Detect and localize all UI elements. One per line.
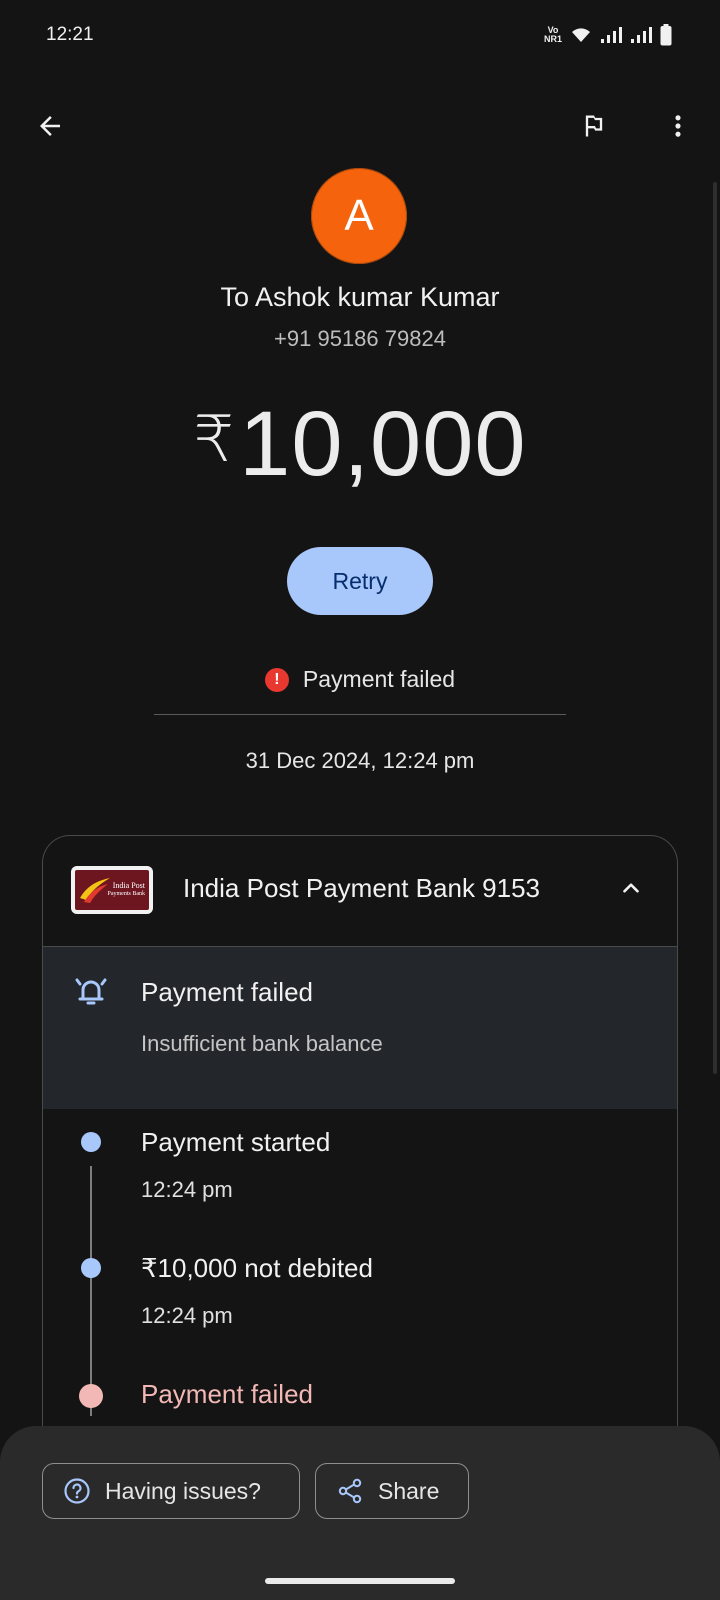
india-post-logo-icon [80, 878, 110, 903]
back-button[interactable] [26, 102, 74, 150]
volte-bottom-label: NR1 [543, 34, 562, 44]
status-time: 12:21 [46, 24, 94, 45]
bank-logo-line2: Payments Bank [107, 891, 146, 897]
retry-button[interactable]: Retry [287, 547, 433, 615]
more-vert-icon [675, 115, 681, 137]
bank-logo-text: India Post Payments Bank [108, 881, 146, 899]
amount-value: 10,000 [239, 393, 527, 495]
timeline-fail-dot [79, 1384, 103, 1408]
scrollbar[interactable] [713, 182, 717, 1074]
error-icon: ! [264, 667, 289, 692]
collapse-button[interactable] [611, 868, 651, 908]
share-button[interactable]: Share [315, 1463, 469, 1519]
home-indicator[interactable] [265, 1578, 455, 1584]
payment-status: ! Payment failed [0, 666, 720, 693]
volte-indicator: Vo NR1 [544, 26, 562, 44]
having-issues-button[interactable]: Having issues? [42, 1463, 300, 1519]
bell-alert-icon [75, 978, 107, 1005]
share-icon [338, 1478, 362, 1504]
more-options-button[interactable] [654, 102, 702, 150]
failure-alert: Payment failed Insufficient bank balance [43, 947, 677, 1109]
timeline-title: Payment failed [141, 1379, 313, 1409]
report-button[interactable] [570, 102, 618, 150]
avatar: A [311, 168, 407, 264]
timeline-title: ₹10,000 not debited [141, 1253, 373, 1283]
bank-name: India Post Payment Bank 9153 [183, 873, 541, 903]
timeline-time: 12:24 pm [141, 1177, 233, 1202]
help-icon [64, 1478, 90, 1504]
bottom-sheet: Having issues? Share [0, 1426, 720, 1600]
amount: ₹10,000 [0, 392, 720, 497]
timeline-title: Payment started [141, 1127, 331, 1157]
battery-icon [660, 24, 672, 46]
bank-logo-inner: India Post Payments Bank [75, 870, 149, 910]
timeline-dot [81, 1258, 101, 1278]
status-icons: Vo NR1 [544, 24, 672, 46]
currency-symbol: ₹ [193, 403, 236, 475]
bank-logo: India Post Payments Bank [71, 866, 153, 914]
bank-logo-line1: India Post [112, 881, 145, 890]
signal-icon-2 [631, 27, 652, 43]
timeline-line [90, 1166, 92, 1416]
payment-status-text: Payment failed [302, 666, 456, 692]
signal-icon [601, 27, 622, 43]
alert-title: Payment failed [141, 977, 313, 1007]
divider [154, 714, 566, 715]
arrow-left-icon [40, 116, 60, 136]
recipient-name: To Ashok kumar Kumar [220, 282, 500, 312]
timeline-time: 12:24 pm [141, 1303, 233, 1328]
bank-header[interactable]: India Post Payments Bank India Post Paym… [43, 836, 677, 946]
having-issues-label: Having issues? [105, 1477, 261, 1504]
payment-date: 31 Dec 2024, 12:24 pm [245, 748, 475, 773]
recipient-phone: +91 95186 79824 [274, 326, 446, 351]
flag-icon [585, 115, 603, 137]
alert-subtitle: Insufficient bank balance [141, 1031, 383, 1056]
wifi-icon [572, 28, 590, 42]
chevron-up-icon [623, 883, 639, 893]
timeline-dot [81, 1132, 101, 1152]
share-label: Share [378, 1477, 440, 1504]
